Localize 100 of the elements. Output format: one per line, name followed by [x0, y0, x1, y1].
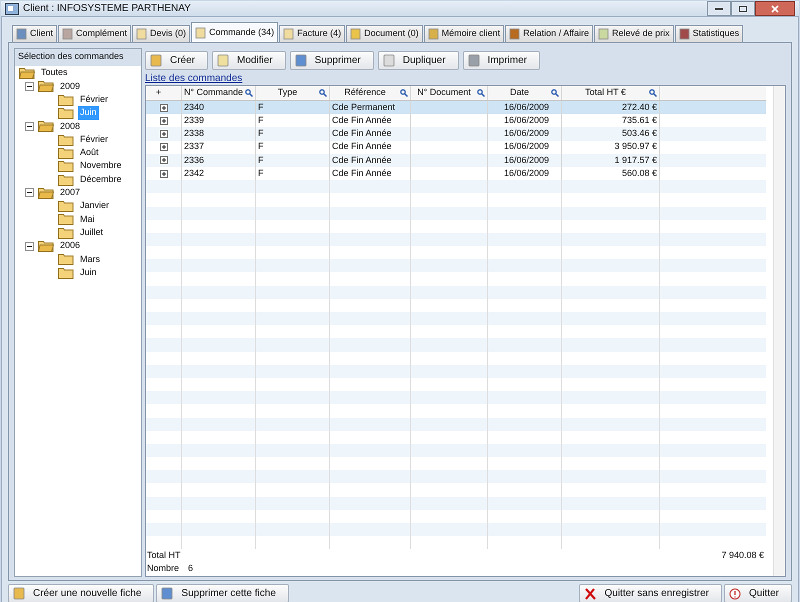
tree-item[interactable]: Février — [78, 93, 110, 106]
table-cell-text: F — [258, 154, 264, 167]
tab-icon — [428, 28, 439, 40]
quit-button[interactable]: Quitter — [724, 584, 792, 602]
tab-icon — [598, 28, 610, 40]
open-folder-icon — [38, 120, 54, 132]
count-value: 6 — [188, 562, 194, 576]
folder-icon — [58, 226, 74, 239]
search-icon[interactable] — [477, 89, 485, 97]
cross-icon — [584, 588, 596, 600]
tree-item[interactable]: Novembre — [78, 159, 124, 173]
column-header[interactable]: Date — [488, 86, 562, 100]
tree-item[interactable]: Mars — [78, 252, 102, 266]
search-icon[interactable] — [319, 89, 327, 97]
table-row[interactable]: 2339 F Cde Fin Année 16/06/2009 735.61 € — [146, 114, 766, 128]
expand-row-icon[interactable] — [160, 116, 168, 125]
tree-item[interactable]: Juin — [78, 266, 99, 280]
table-cell-text: 2338 — [184, 127, 204, 140]
table-cell-text: 16/06/2009 — [504, 154, 550, 167]
folder-icon — [58, 200, 74, 212]
tree-item[interactable]: 2007 — [58, 186, 82, 200]
table-row[interactable]: 2337 F Cde Fin Année 16/06/2009 3 950.97 € — [146, 140, 766, 154]
folder-icon — [58, 134, 74, 146]
tab[interactable]: Commande (34) — [191, 22, 278, 42]
delete-button[interactable]: Supprimer — [290, 51, 374, 70]
tab[interactable]: Mémoire client — [424, 25, 504, 42]
tab[interactable]: Devis (0) — [132, 25, 190, 42]
tab[interactable]: Document (0) — [346, 25, 423, 42]
list-title: Liste des commandes — [145, 73, 242, 85]
maximize-button[interactable] — [731, 1, 755, 16]
tab-icon — [283, 28, 294, 40]
tree-item[interactable]: Février — [78, 132, 110, 146]
table-cell-text: 2336 — [184, 154, 204, 167]
table-cell-text: F — [258, 100, 264, 114]
folder-icon — [58, 213, 74, 226]
duplicate-button[interactable]: Dupliquer — [378, 51, 459, 70]
collapse-icon[interactable] — [25, 188, 34, 198]
table-row[interactable]: 2338 F Cde Fin Année 16/06/2009 503.46 € — [146, 127, 766, 141]
collapse-icon[interactable] — [25, 82, 34, 91]
folder-icon — [58, 160, 74, 172]
table-cell-text: F — [258, 166, 264, 180]
column-header[interactable]: Type — [256, 86, 330, 100]
close-button[interactable] — [755, 1, 795, 16]
column-header[interactable]: + — [146, 86, 182, 100]
tab[interactable]: Complément — [58, 25, 132, 42]
tab[interactable]: Relation / Affaire — [505, 25, 594, 42]
tree-item[interactable]: Mai — [78, 212, 97, 226]
tree-item[interactable]: Juillet — [78, 226, 106, 240]
column-header[interactable]: N° Commande — [182, 86, 256, 100]
scrollbar[interactable] — [773, 86, 785, 576]
search-icon[interactable] — [649, 89, 657, 97]
tree-item[interactable]: Janvier — [78, 199, 112, 213]
tab[interactable]: Facture (4) — [279, 25, 346, 42]
quit-without-saving-button[interactable]: Quitter sans enregistrer — [579, 584, 722, 602]
edit-button[interactable]: Modifier — [212, 51, 286, 70]
tab-icon — [678, 28, 690, 40]
table-cell-text: 3 950.97 € — [614, 140, 657, 154]
tree-item[interactable]: Août — [78, 146, 101, 160]
tree-item[interactable]: 2006 — [58, 239, 82, 253]
tree-item[interactable]: 2009 — [58, 80, 82, 94]
expand-row-icon[interactable] — [160, 156, 168, 164]
tab[interactable]: Client — [12, 25, 58, 42]
table-cell-text: F — [258, 114, 264, 128]
open-folder-icon — [38, 186, 54, 199]
open-folder-icon — [38, 240, 54, 252]
expand-row-icon[interactable] — [160, 170, 168, 178]
collapse-icon[interactable] — [25, 242, 34, 250]
tree-item[interactable]: 2008 — [58, 120, 82, 134]
tree-item[interactable]: Décembre — [78, 172, 124, 186]
tab[interactable]: Statistiques — [674, 25, 744, 42]
create-record-button[interactable]: Créer une nouvelle fiche — [8, 584, 154, 602]
column-header[interactable]: N° Document — [411, 86, 488, 100]
folder-icon — [58, 266, 74, 279]
tab-icon — [62, 28, 74, 40]
collapse-icon[interactable] — [25, 122, 34, 131]
table-cell-text: 503.46 € — [622, 127, 657, 140]
expand-row-icon[interactable] — [160, 104, 168, 112]
tab-icon — [136, 28, 148, 40]
table-cell-text: Cde Permanent — [332, 100, 396, 114]
column-header[interactable]: Total HT € — [562, 86, 660, 100]
delete-record-button[interactable]: Supprimer cette fiche — [156, 584, 289, 602]
table-cell-text: 2340 — [184, 100, 204, 114]
folder-icon — [58, 174, 74, 186]
search-icon[interactable] — [551, 89, 559, 97]
minimize-button[interactable] — [707, 1, 731, 16]
table-cell-text: Cde Fin Année — [332, 127, 392, 140]
tree-item[interactable]: Toutes — [39, 66, 70, 80]
search-icon[interactable] — [400, 89, 408, 97]
create-button[interactable]: Créer — [145, 51, 208, 70]
table-row[interactable]: 2336 F Cde Fin Année 16/06/2009 1 917.57 € — [146, 154, 766, 167]
table-cell-text: 272.40 € — [622, 100, 657, 114]
search-icon[interactable] — [245, 89, 253, 97]
print-button[interactable]: Imprimer — [462, 51, 540, 70]
table-row[interactable]: 2340 F Cde Permanent 16/06/2009 272.40 € — [146, 101, 766, 114]
expand-row-icon[interactable] — [160, 143, 168, 152]
column-header[interactable]: Référence — [330, 86, 411, 100]
tab[interactable]: Relevé de prix — [594, 25, 674, 42]
table-cell-text: Cde Fin Année — [332, 166, 392, 180]
expand-row-icon[interactable] — [160, 130, 168, 138]
table-cell-text: 1 917.57 € — [614, 154, 657, 167]
